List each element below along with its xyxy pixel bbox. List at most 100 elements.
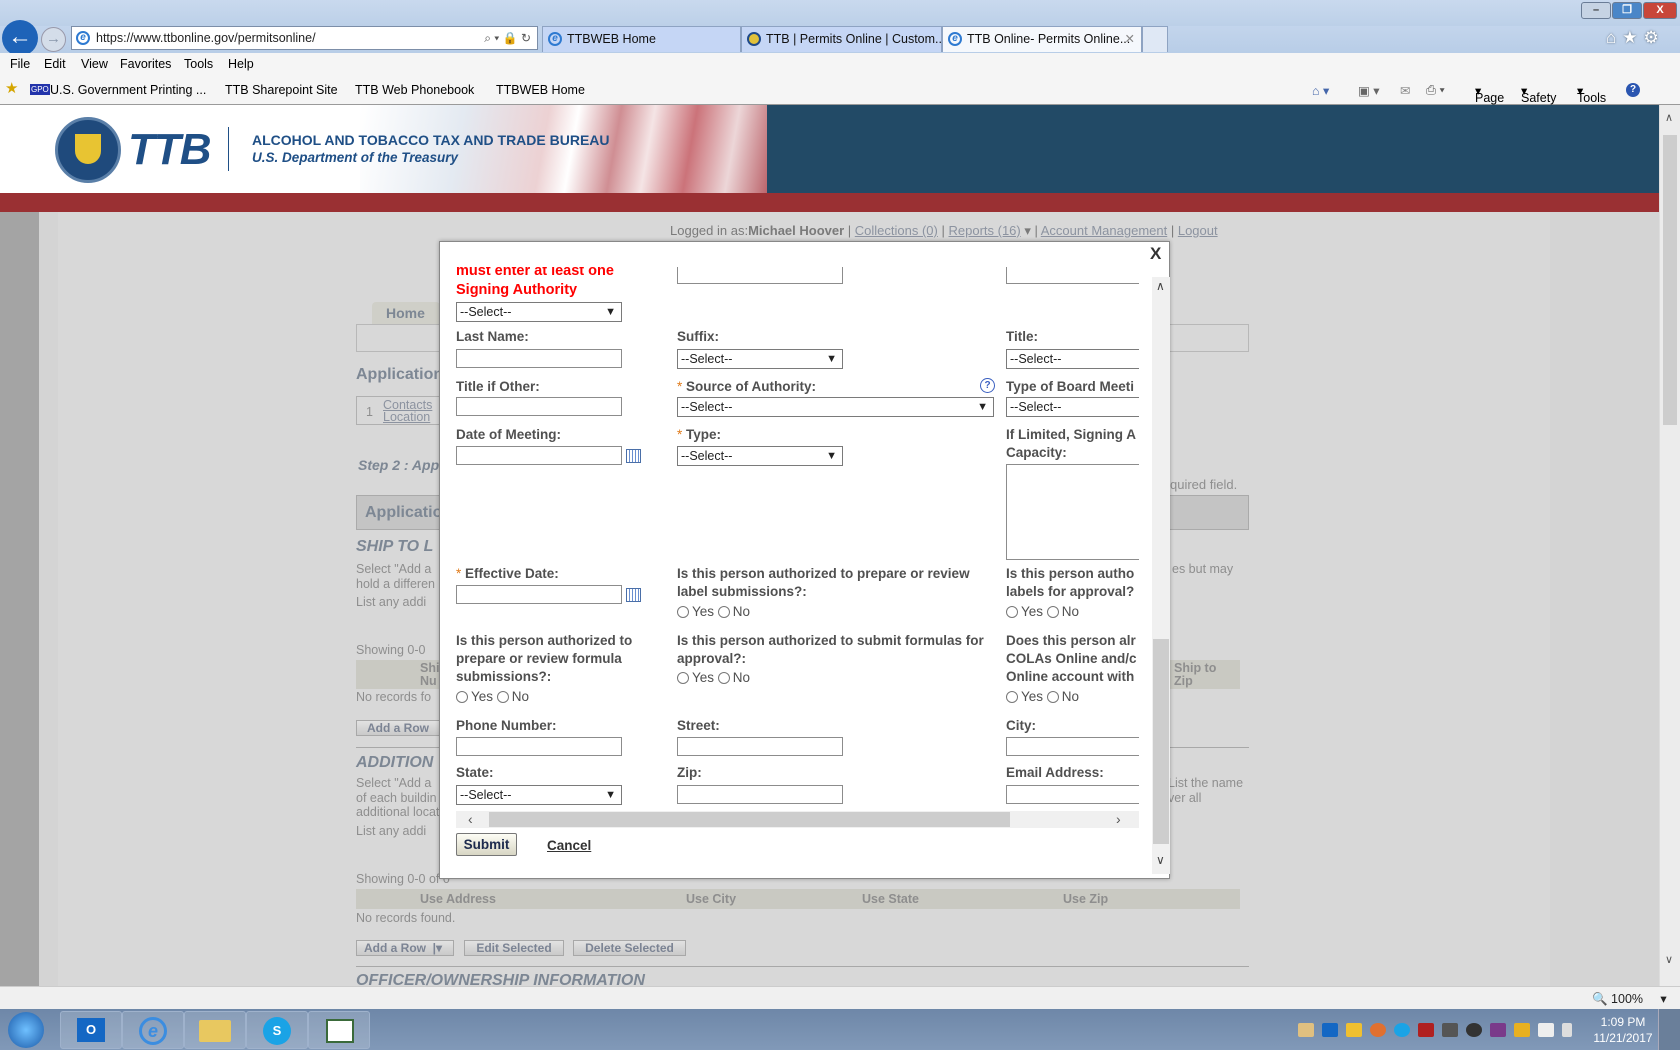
scroll-down-icon[interactable]: ∨	[1665, 953, 1673, 966]
fav-ttbweb-home[interactable]: TTBWEB Home	[496, 83, 585, 97]
zip-input[interactable]	[677, 785, 843, 804]
delete-selected-button[interactable]: Delete Selected	[573, 940, 686, 956]
reports-link[interactable]: Reports (16)	[948, 223, 1020, 238]
middle-input[interactable]	[1006, 267, 1139, 284]
mail-tray-icon[interactable]	[1298, 1023, 1314, 1037]
scrollbar-thumb[interactable]	[489, 812, 1010, 827]
safety-menu[interactable]: Safety ▾	[1521, 83, 1556, 105]
add-row-button[interactable]: Add a Row |▾	[356, 940, 454, 956]
sync-tray-icon[interactable]	[1514, 1023, 1530, 1037]
tab-permits-online-active[interactable]: e TTB Online- Permits Online... ✕	[942, 26, 1142, 52]
address-bar[interactable]: e https://www.ttbonline.gov/permitsonlin…	[71, 26, 538, 50]
help-icon[interactable]: ?	[1626, 83, 1640, 97]
scroll-down-icon[interactable]: ∨	[1156, 853, 1165, 867]
menu-view[interactable]: View	[81, 57, 108, 71]
help-icon[interactable]: ?	[980, 378, 995, 393]
scroll-up-icon[interactable]: ∧	[1665, 111, 1673, 124]
last-name-input[interactable]	[456, 349, 622, 368]
title-select[interactable]: --Select--	[1006, 349, 1139, 369]
menu-favorites[interactable]: Favorites	[120, 57, 171, 71]
fav-sharepoint[interactable]: TTB Sharepoint Site	[225, 83, 338, 97]
scrollbar-thumb[interactable]	[1153, 639, 1169, 844]
menu-tools[interactable]: Tools	[184, 57, 213, 71]
page-vertical-scrollbar[interactable]: ∧ ∨	[1659, 105, 1680, 986]
search-refresh-icons[interactable]: ⌕ ▾ 🔒 ↻	[484, 27, 531, 49]
collections-link[interactable]: Collections (0)	[855, 223, 938, 238]
new-tab-button[interactable]	[1142, 26, 1168, 52]
print-icon[interactable]: ⎙ ▾	[1426, 83, 1445, 98]
mcafee-tray-icon[interactable]	[1418, 1023, 1434, 1037]
scrollbar-thumb[interactable]	[1663, 135, 1677, 425]
account-management-link[interactable]: Account Management	[1041, 223, 1167, 238]
minimize-button[interactable]: –	[1581, 2, 1611, 19]
fav-phonebook[interactable]: TTB Web Phonebook	[355, 83, 474, 97]
explorer-taskbar-button[interactable]	[184, 1011, 246, 1049]
capacity-textarea[interactable]	[1006, 464, 1139, 560]
user-tray-icon[interactable]	[1370, 1023, 1386, 1037]
dialog-vertical-scrollbar[interactable]: ∧ ∨	[1152, 277, 1170, 874]
tab-ttbweb-home[interactable]: e TTBWEB Home	[542, 26, 741, 52]
mail-icon[interactable]: ✉	[1400, 83, 1410, 98]
tools-menu[interactable]: Tools ▾	[1577, 83, 1606, 105]
date-meeting-input[interactable]	[456, 446, 622, 465]
radio-no[interactable]	[717, 606, 730, 618]
board-meeting-select[interactable]: --Select--	[1006, 397, 1139, 417]
scroll-left-icon[interactable]: ‹	[468, 811, 473, 827]
type-select[interactable]: --Select-- ▼	[677, 446, 843, 466]
start-button[interactable]	[8, 1012, 44, 1048]
fav-gpo[interactable]: U.S. Government Printing ...	[50, 83, 206, 97]
calendar-icon[interactable]	[626, 449, 641, 463]
page-menu[interactable]: Page ▾	[1475, 83, 1504, 105]
radio-no[interactable]	[717, 672, 730, 684]
edit-selected-button[interactable]: Edit Selected	[464, 940, 564, 956]
skype-taskbar-button[interactable]: S	[246, 1011, 308, 1049]
network-tray-icon[interactable]	[1538, 1023, 1554, 1037]
source-authority-select[interactable]: --Select-- ▼	[677, 397, 994, 417]
lock-tray-icon[interactable]	[1442, 1023, 1458, 1037]
show-desktop-button[interactable]	[1658, 1009, 1680, 1050]
zoom-level[interactable]: 🔍 100% ▾	[1592, 991, 1667, 1007]
first-name-input[interactable]	[677, 267, 843, 284]
menu-file[interactable]: File	[10, 57, 30, 71]
radio-yes[interactable]	[456, 691, 468, 703]
scroll-right-icon[interactable]: ›	[1116, 811, 1121, 827]
cancel-link[interactable]: Cancel	[547, 838, 591, 853]
city-input[interactable]	[1006, 737, 1139, 756]
close-window-button[interactable]: X	[1643, 2, 1677, 19]
clock[interactable]: 1:09 PM 11/21/2017	[1590, 1014, 1656, 1046]
email-input[interactable]	[1006, 785, 1139, 804]
tab-permits-online-custom[interactable]: TTB | Permits Online | Custom...	[741, 26, 942, 52]
title-other-input[interactable]	[456, 397, 622, 416]
scroll-up-icon[interactable]: ∧	[1156, 279, 1165, 293]
signing-authority-select[interactable]: --Select-- ▼	[456, 302, 622, 322]
radio-yes[interactable]	[1006, 691, 1018, 703]
back-button[interactable]: ←	[2, 20, 38, 56]
logout-link[interactable]: Logout	[1178, 223, 1218, 238]
volume-tray-icon[interactable]	[1562, 1023, 1572, 1037]
horizontal-scrollbar[interactable]: ‹ ›	[456, 811, 1139, 828]
state-select[interactable]: --Select-- ▼	[456, 785, 622, 805]
radio-no[interactable]	[496, 691, 509, 703]
close-tab-icon[interactable]: ✕	[1125, 27, 1135, 51]
location-link[interactable]: Location	[383, 410, 430, 424]
skype-tray-icon[interactable]	[1394, 1023, 1410, 1037]
street-input[interactable]	[677, 737, 843, 756]
suffix-select[interactable]: --Select-- ▼	[677, 349, 843, 369]
home-icon[interactable]: ⌂ ▾	[1312, 83, 1329, 98]
forward-button[interactable]: →	[41, 27, 66, 52]
submit-button[interactable]: Submit	[456, 833, 517, 856]
radio-no[interactable]	[1046, 606, 1059, 618]
radio-no[interactable]	[1046, 691, 1059, 703]
feeds-icon[interactable]: ▣ ▾	[1358, 83, 1380, 98]
tasks-tray-icon[interactable]	[1346, 1023, 1362, 1037]
home-favorites-settings-icons[interactable]: ⌂★⚙	[1606, 28, 1665, 48]
radio-yes[interactable]	[1006, 606, 1018, 618]
outlook-tray-icon[interactable]	[1322, 1023, 1338, 1037]
restore-button[interactable]: ❐	[1612, 2, 1642, 19]
spiral-tray-icon[interactable]	[1466, 1023, 1482, 1037]
add-row-button[interactable]: Add a Row	[356, 720, 440, 736]
ie-taskbar-button[interactable]: e	[122, 1011, 184, 1049]
outlook-taskbar-button[interactable]: O	[60, 1011, 122, 1049]
onenote-tray-icon[interactable]	[1490, 1023, 1506, 1037]
app-taskbar-button[interactable]	[308, 1011, 370, 1049]
